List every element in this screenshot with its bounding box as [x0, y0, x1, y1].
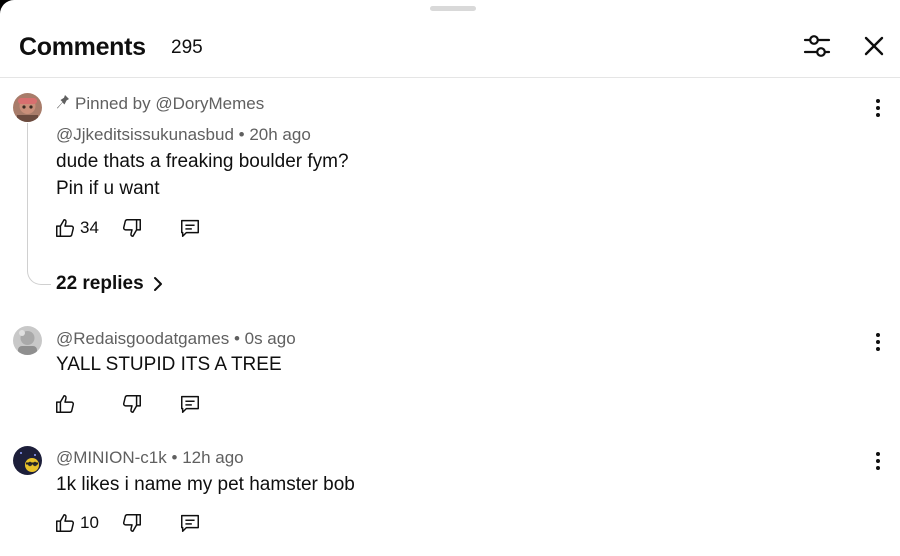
comment-time: 20h ago: [249, 125, 311, 144]
comment-author[interactable]: @MINION-c1k: [56, 448, 167, 467]
like-count: 34: [80, 218, 99, 237]
view-replies-button[interactable]: 22 replies: [56, 271, 166, 297]
dislike-button[interactable]: [121, 391, 143, 417]
dislike-button[interactable]: [121, 215, 143, 241]
avatar-image: [13, 326, 42, 355]
thumb-up-icon: [56, 395, 75, 413]
filter-button[interactable]: [801, 30, 833, 62]
comment-meta: @Redaisgoodatgames • 0s ago: [56, 328, 296, 350]
comment-author[interactable]: @Jjkeditsissukunasbud: [56, 125, 234, 144]
more-vertical-icon: [876, 333, 880, 351]
more-options-button[interactable]: [866, 330, 890, 354]
thumb-down-icon: [122, 514, 141, 532]
thumb-up-icon: [56, 219, 75, 237]
chevron-right-icon: [153, 277, 162, 291]
comments-sheet: Comments 295 Pinned by @DoryMemes @Jjked…: [0, 0, 900, 556]
meta-separator: •: [171, 448, 178, 467]
reply-button[interactable]: [179, 510, 201, 536]
thumb-down-icon: [122, 395, 141, 413]
replies-label: 22 replies: [56, 273, 144, 294]
comment-actions: 34: [54, 215, 254, 241]
reply-button[interactable]: [179, 215, 201, 241]
reply-icon: [181, 219, 199, 237]
thumb-up-icon: [56, 514, 75, 532]
comments-count: 295: [171, 37, 203, 58]
meta-separator: •: [233, 329, 240, 348]
reply-icon: [181, 514, 199, 532]
comment-meta: @MINION-c1k • 12h ago: [56, 447, 244, 469]
comment-text-line: Pin if u want: [56, 178, 160, 199]
comment-text-line: 1k likes i name my pet hamster bob: [56, 474, 355, 495]
more-vertical-icon: [876, 99, 880, 117]
like-button[interactable]: [54, 391, 80, 417]
comment-text-line: YALL STUPID ITS A TREE: [56, 354, 282, 375]
comments-header: Comments 295: [0, 0, 900, 78]
like-count: 10: [80, 513, 99, 532]
more-options-button[interactable]: [866, 96, 890, 120]
avatar[interactable]: [13, 446, 42, 475]
more-vertical-icon: [876, 452, 880, 470]
thread-connector: [27, 123, 51, 285]
avatar[interactable]: [13, 326, 42, 355]
comment-actions: 10: [54, 510, 254, 536]
like-button[interactable]: 10: [54, 510, 99, 536]
comment-text-line: dude thats a freaking boulder fym?: [56, 151, 349, 172]
comments-title: Comments: [19, 33, 146, 61]
more-options-button[interactable]: [866, 449, 890, 473]
filter-sliders-icon: [803, 35, 831, 57]
close-icon: [864, 36, 884, 56]
reply-button[interactable]: [179, 391, 201, 417]
avatar-image: [13, 446, 42, 475]
comment-actions: [54, 391, 254, 417]
pinned-label: Pinned by @DoryMemes: [56, 93, 264, 115]
pinned-text: Pinned by @DoryMemes: [75, 94, 265, 113]
close-button[interactable]: [858, 30, 890, 62]
meta-separator: •: [238, 125, 245, 144]
comment-time: 0s ago: [244, 329, 296, 348]
dislike-button[interactable]: [121, 510, 143, 536]
like-button[interactable]: 34: [54, 215, 99, 241]
thumb-down-icon: [122, 219, 141, 237]
pin-icon: [57, 95, 69, 109]
comment-author[interactable]: @Redaisgoodatgames: [56, 329, 229, 348]
reply-icon: [181, 395, 199, 413]
comment-meta: @Jjkeditsissukunasbud • 20h ago: [56, 124, 311, 146]
comment-time: 12h ago: [182, 448, 244, 467]
avatar-image: [13, 93, 42, 122]
avatar[interactable]: [13, 93, 42, 122]
